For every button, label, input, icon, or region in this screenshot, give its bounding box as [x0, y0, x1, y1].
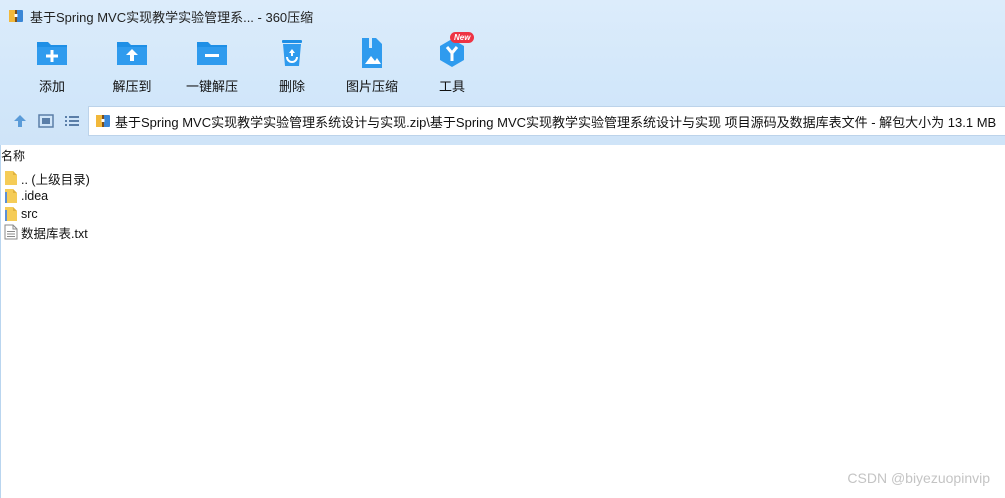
list-item-db-txt[interactable]: 数据库表.txt [4, 223, 90, 241]
file-name: .idea [21, 189, 49, 203]
extract-to-label: 解压到 [112, 79, 152, 94]
image-compress-label: 图片压缩 [345, 79, 398, 94]
address-bar[interactable]: 基于Spring MVC实现教学实验管理系统设计与实现.zip\基于Spring… [88, 106, 1005, 136]
text-file-icon [4, 224, 18, 240]
new-badge: New [450, 32, 475, 43]
window-title: 基于Spring MVC实现教学实验管理系... - 360压缩 [30, 9, 314, 25]
add-button[interactable]: 添加 [12, 36, 92, 100]
folder-icon [5, 207, 17, 221]
add-label: 添加 [38, 79, 65, 94]
list-item-idea[interactable]: .idea [4, 187, 90, 205]
file-name: 数据库表.txt [21, 226, 88, 241]
up-arrow-icon[interactable] [11, 113, 29, 129]
delete-button[interactable]: 删除 [252, 36, 332, 100]
file-list-area [0, 145, 1005, 498]
zip-archive-icon [96, 115, 110, 127]
folder-icon [5, 189, 17, 203]
list-view-icon[interactable] [63, 113, 81, 129]
one-click-extract-label: 一键解压 [185, 79, 238, 94]
one-click-extract-icon [197, 42, 227, 65]
image-compress-icon [362, 38, 382, 68]
tools-icon-wrap: New [434, 32, 475, 70]
extract-to-icon [117, 42, 147, 65]
delete-label: 删除 [278, 79, 305, 94]
address-row: 基于Spring MVC实现教学实验管理系统设计与实现.zip\基于Spring… [0, 106, 1005, 136]
file-list: .. (上级目录) .idea src 数据库表.txt [4, 169, 90, 241]
watermark: CSDN @biyezuopinvip [847, 470, 990, 486]
list-item-parent-dir[interactable]: .. (上级目录) [4, 169, 90, 187]
one-click-extract-button[interactable]: 一键解压 [172, 36, 252, 100]
thumbnail-view-icon[interactable] [37, 113, 55, 129]
tools-button[interactable]: New 工具 [412, 32, 492, 100]
list-item-src[interactable]: src [4, 205, 90, 223]
folder-icon [5, 171, 17, 185]
address-path: 基于Spring MVC实现教学实验管理系统设计与实现.zip\基于Spring… [115, 114, 997, 130]
title-bar: 基于Spring MVC实现教学实验管理系... - 360压缩 [0, 0, 1005, 32]
file-name: src [21, 207, 38, 221]
extract-to-button[interactable]: 解压到 [92, 36, 172, 100]
file-name: .. (上级目录) [21, 172, 90, 187]
tools-label: 工具 [438, 79, 465, 94]
main-toolbar: 添加 解压到 一键解压 删除 图片压缩 New 工具 [0, 32, 1005, 100]
divider [0, 145, 1, 498]
column-header-name[interactable]: 名称 [0, 147, 25, 165]
recycle-bin-icon [282, 40, 302, 66]
image-compress-button[interactable]: 图片压缩 [332, 36, 412, 100]
archive-app-icon [9, 10, 23, 22]
add-folder-icon [37, 42, 67, 65]
